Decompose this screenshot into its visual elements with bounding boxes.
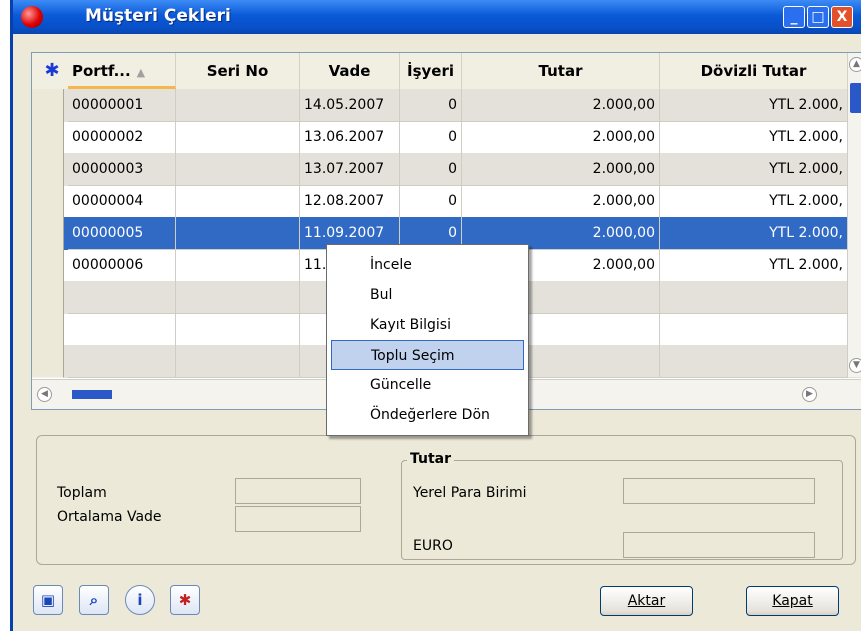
- cell-seri-no[interactable]: [176, 121, 300, 154]
- window-title: Müşteri Çekleri: [85, 6, 231, 26]
- ortalama-vade-field: [235, 506, 361, 532]
- cell-vade[interactable]: 13.07.2007: [300, 153, 400, 186]
- context-menu-item[interactable]: Kayıt Bilgisi: [331, 310, 524, 340]
- yerel-para-birimi-label: Yerel Para Birimi: [413, 485, 527, 501]
- minimize-button[interactable]: _: [783, 6, 805, 28]
- row-indicator[interactable]: [32, 249, 64, 282]
- column-header-tutar[interactable]: Tutar: [462, 53, 660, 89]
- cell-vade[interactable]: 13.06.2007: [300, 121, 400, 154]
- vertical-scrollbar[interactable]: ▲ ▼: [848, 53, 861, 377]
- cell-portfoy[interactable]: 00000001: [68, 89, 176, 122]
- app-icon: [21, 6, 43, 28]
- column-header-dovizli-tutar[interactable]: Dövizli Tutar: [660, 53, 848, 89]
- row-indicator[interactable]: [32, 345, 64, 378]
- cell-portfoy[interactable]: [68, 345, 176, 378]
- cell-seri-no[interactable]: [176, 217, 300, 250]
- column-chooser-icon[interactable]: ✱: [32, 53, 72, 89]
- cell-portfoy[interactable]: 00000002: [68, 121, 176, 154]
- cell-seri-no[interactable]: [176, 249, 300, 282]
- context-menu-item[interactable]: Bul: [331, 280, 524, 310]
- grid-header: ✱ Portf... ▲ Seri No Vade İşyeri Tutar Dö…: [32, 53, 861, 90]
- scroll-right-icon[interactable]: ▶: [802, 387, 817, 402]
- cell-vade[interactable]: 14.05.2007: [300, 89, 400, 122]
- context-menu: İncele Bul Kayıt Bilgisi Toplu Seçim Güncell…: [326, 244, 529, 436]
- cell-portfoy[interactable]: [68, 281, 176, 314]
- close-button[interactable]: X: [831, 6, 853, 28]
- vertical-scroll-thumb[interactable]: [850, 83, 861, 113]
- cell-portfoy[interactable]: 00000003: [68, 153, 176, 186]
- column-header-seri-no[interactable]: Seri No: [176, 53, 300, 89]
- cell-isyeri[interactable]: 0: [400, 185, 462, 218]
- cell-portfoy[interactable]: 00000004: [68, 185, 176, 218]
- row-indicator[interactable]: [32, 153, 64, 186]
- row-indicator[interactable]: [32, 281, 64, 314]
- cell-seri-no[interactable]: [176, 313, 300, 346]
- tutar-group-title: Tutar: [407, 451, 455, 467]
- cell-seri-no[interactable]: [176, 281, 300, 314]
- cell-dovizli[interactable]: YTL 2.000,: [660, 185, 848, 218]
- horizontal-scroll-thumb[interactable]: [72, 390, 112, 399]
- ortalama-vade-label: Ortalama Vade: [57, 509, 162, 525]
- row-indicator[interactable]: [32, 89, 64, 122]
- context-menu-item[interactable]: İncele: [331, 250, 524, 280]
- euro-field: [623, 532, 815, 558]
- sort-ascending-icon: ▲: [136, 66, 146, 79]
- column-header-vade[interactable]: Vade: [300, 53, 400, 89]
- scroll-down-icon[interactable]: ▼: [849, 358, 861, 373]
- cell-isyeri[interactable]: 0: [400, 89, 462, 122]
- cell-tutar[interactable]: 2.000,00: [462, 185, 660, 218]
- row-indicator[interactable]: [32, 121, 64, 154]
- cell-vade[interactable]: 12.08.2007: [300, 185, 400, 218]
- cell-dovizli[interactable]: [660, 281, 848, 314]
- column-header-isyeri[interactable]: İşyeri: [400, 53, 462, 89]
- cell-dovizli[interactable]: [660, 313, 848, 346]
- yerel-para-birimi-field: [623, 478, 815, 504]
- cell-tutar[interactable]: 2.000,00: [462, 153, 660, 186]
- column-header-portfoy[interactable]: Portf... ▲: [68, 53, 176, 89]
- context-menu-item[interactable]: Güncelle: [331, 370, 524, 400]
- cell-seri-no[interactable]: [176, 345, 300, 378]
- cell-portfoy[interactable]: 00000006: [68, 249, 176, 282]
- multi-select-icon[interactable]: ✱: [170, 585, 200, 615]
- cell-dovizli[interactable]: YTL 2.000,: [660, 249, 848, 282]
- maximize-button[interactable]: □: [807, 6, 829, 28]
- cell-tutar[interactable]: 2.000,00: [462, 121, 660, 154]
- cell-dovizli[interactable]: YTL 2.000,: [660, 89, 848, 122]
- scroll-up-icon[interactable]: ▲: [849, 57, 861, 72]
- cell-isyeri[interactable]: 0: [400, 153, 462, 186]
- table-row[interactable]: 00000002 13.06.2007 0 2.000,00 YTL 2.000,: [32, 121, 861, 154]
- table-row[interactable]: 00000001 14.05.2007 0 2.000,00 YTL 2.000,: [32, 89, 861, 122]
- toplam-label: Toplam: [57, 485, 107, 501]
- scroll-left-icon[interactable]: ◀: [37, 387, 52, 402]
- cell-seri-no[interactable]: [176, 185, 300, 218]
- preview-icon[interactable]: ▣: [33, 585, 63, 615]
- cell-portfoy[interactable]: [68, 313, 176, 346]
- cell-portfoy[interactable]: 00000005: [68, 217, 176, 250]
- row-indicator[interactable]: [32, 185, 64, 218]
- cell-tutar[interactable]: 2.000,00: [462, 89, 660, 122]
- table-row[interactable]: 00000004 12.08.2007 0 2.000,00 YTL 2.000,: [32, 185, 861, 218]
- cell-isyeri[interactable]: 0: [400, 121, 462, 154]
- row-indicator[interactable]: [32, 313, 64, 346]
- cell-dovizli[interactable]: YTL 2.000,: [660, 217, 848, 250]
- table-row[interactable]: 00000003 13.07.2007 0 2.000,00 YTL 2.000,: [32, 153, 861, 186]
- row-indicator[interactable]: [32, 217, 64, 250]
- toplam-field: [235, 478, 361, 504]
- title-bar[interactable]: Müşteri Çekleri _ □ X: [13, 0, 861, 34]
- kapat-button[interactable]: Kapat: [746, 586, 839, 616]
- cell-seri-no[interactable]: [176, 89, 300, 122]
- cell-seri-no[interactable]: [176, 153, 300, 186]
- euro-label: EURO: [413, 538, 453, 554]
- cell-dovizli[interactable]: YTL 2.000,: [660, 121, 848, 154]
- info-icon[interactable]: i: [125, 585, 155, 615]
- cell-dovizli[interactable]: YTL 2.000,: [660, 153, 848, 186]
- context-menu-item[interactable]: Toplu Seçim: [331, 340, 524, 370]
- aktar-button[interactable]: Aktar: [600, 586, 693, 616]
- cell-dovizli[interactable]: [660, 345, 848, 378]
- search-icon[interactable]: ⌕: [79, 585, 109, 615]
- context-menu-item[interactable]: Öndeğerlere Dön: [331, 400, 524, 430]
